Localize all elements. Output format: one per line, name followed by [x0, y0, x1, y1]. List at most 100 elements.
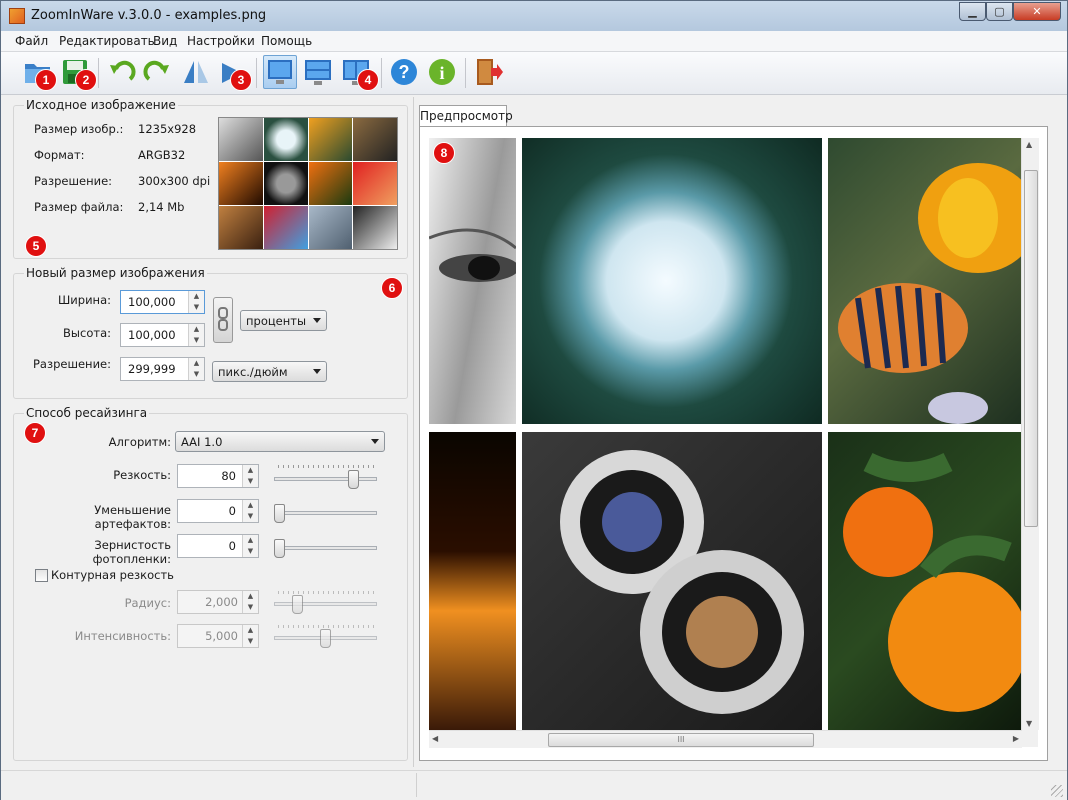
thumb-frost [308, 206, 353, 249]
contour-sharpness-label: Контурная резкость [51, 568, 174, 582]
thumb-oranges [308, 162, 353, 205]
thumb-camera [263, 162, 308, 205]
exit-icon[interactable] [471, 55, 505, 89]
new-size-title: Новый размер изображения [24, 266, 207, 280]
resolution-input[interactable]: 299,999 ▲ ▼ [120, 357, 205, 381]
callout-badge-6: 6 [381, 277, 403, 299]
svg-text:?: ? [399, 62, 410, 82]
menu-settings[interactable]: Настройки [187, 34, 255, 48]
horizontal-scrollbar-thumb[interactable]: III [548, 733, 814, 747]
vertical-scrollbar[interactable]: ▲ ▼ [1021, 138, 1039, 730]
sharpness-slider-track[interactable] [274, 477, 377, 481]
artifacts-label: Уменьшение артефактов: [94, 503, 171, 531]
help-icon[interactable]: ? [387, 55, 421, 89]
callout-badge-2: 2 [75, 69, 97, 91]
grain-input[interactable]: 0 ▲ ▼ [177, 534, 259, 558]
height-input[interactable]: 100,000 ▲ ▼ [120, 323, 205, 347]
horizontal-scrollbar[interactable]: ◀ III ▶ [429, 730, 1022, 748]
sharpness-stepper[interactable]: ▲ ▼ [242, 465, 258, 487]
app-window: ZoomInWare v.3.0.0 - examples.png ▁ ▢ ✕ … [0, 0, 1068, 800]
radius-stepper[interactable]: ▲ ▼ [242, 591, 258, 613]
chain-link-icon[interactable] [213, 297, 233, 343]
artifacts-slider-thumb[interactable] [274, 504, 285, 523]
source-image-title: Исходное изображение [24, 98, 178, 112]
callout-badge-7: 7 [24, 422, 46, 444]
intensity-label: Интенсивность: [74, 629, 171, 643]
intensity-stepper[interactable]: ▲ ▼ [242, 625, 258, 647]
width-stepper[interactable]: ▲ ▼ [188, 291, 204, 313]
file-size-value: 2,14 Mb [138, 200, 185, 214]
preview-photo-oranges [828, 432, 1022, 730]
preview-photo-dandelion [522, 138, 822, 424]
preview-photo-fish [828, 138, 1022, 424]
thumb-eye [219, 118, 263, 161]
thumb-dog [353, 206, 397, 249]
preview-photo-camera [522, 432, 822, 730]
thumb-guitar [219, 206, 263, 249]
thumb-dandelion [263, 118, 308, 161]
app-icon [9, 8, 25, 24]
panel-divider[interactable] [413, 97, 414, 767]
algorithm-select[interactable]: AAI 1.0 [175, 431, 385, 452]
grain-slider-thumb[interactable] [274, 539, 285, 558]
grain-label: Зернистость фотопленки: [92, 538, 171, 566]
chevron-down-icon [313, 369, 321, 374]
resize-method-title: Способ ресайзинга [24, 406, 150, 420]
sharpness-label: Резкость: [113, 468, 171, 482]
radius-input[interactable]: 2,000 ▲ ▼ [177, 590, 259, 614]
contour-sharpness-checkbox[interactable] [35, 569, 48, 582]
view-horizontal-split-icon[interactable] [301, 55, 335, 89]
thumb-gears [353, 118, 397, 161]
preview-photo-fire [429, 432, 516, 730]
grain-stepper[interactable]: ▲ ▼ [242, 535, 258, 557]
callout-badge-4: 4 [357, 69, 379, 91]
intensity-slider-thumb[interactable] [320, 629, 331, 648]
thumb-fire [219, 162, 263, 205]
artifacts-stepper[interactable]: ▲ ▼ [242, 500, 258, 522]
grain-slider-track[interactable] [274, 546, 377, 550]
minimize-button[interactable]: ▁ [959, 2, 986, 21]
thumb-butterfly [353, 162, 397, 205]
undo-icon[interactable] [104, 55, 138, 89]
image-size-value: 1235x928 [138, 122, 197, 136]
resolution-label: Разрешение: [34, 174, 113, 188]
info-icon[interactable]: i [425, 55, 459, 89]
view-single-icon[interactable] [263, 55, 297, 89]
flip-icon[interactable] [179, 55, 213, 89]
vertical-scrollbar-thumb[interactable] [1024, 170, 1038, 527]
radius-slider-track[interactable] [274, 602, 377, 606]
menu-view[interactable]: Вид [153, 34, 177, 48]
sharpness-slider-thumb[interactable] [347, 470, 359, 489]
size-units-select[interactable]: проценты [240, 310, 327, 331]
close-button[interactable]: ✕ [1013, 2, 1061, 21]
resolution-stepper[interactable]: ▲ ▼ [188, 358, 204, 380]
intensity-input[interactable]: 5,000 ▲ ▼ [177, 624, 259, 648]
radius-slider-thumb[interactable] [292, 595, 304, 614]
width-label: Ширина: [58, 293, 111, 307]
resize-grip-icon[interactable] [1051, 785, 1063, 797]
chevron-down-icon [371, 439, 379, 444]
redo-icon[interactable] [141, 55, 175, 89]
width-input[interactable]: 100,000 ▲ ▼ [120, 290, 205, 314]
resolution-units-select[interactable]: пикс./дюйм [212, 361, 327, 382]
file-size-label: Размер файла: [34, 200, 124, 214]
artifacts-slider-track[interactable] [274, 511, 377, 515]
source-thumbnail [218, 117, 398, 250]
menu-edit[interactable]: Редактировать [59, 34, 155, 48]
artifacts-input[interactable]: 0 ▲ ▼ [177, 499, 259, 523]
maximize-button[interactable]: ▢ [986, 2, 1013, 21]
window-title: ZoomInWare v.3.0.0 - examples.png [31, 8, 267, 23]
menu-help[interactable]: Помощь [261, 34, 312, 48]
menu-file[interactable]: Файл [15, 34, 48, 48]
thumb-berries [263, 206, 308, 249]
chevron-down-icon [313, 318, 321, 323]
new-resolution-label: Разрешение: [32, 357, 111, 371]
tab-preview[interactable]: Предпросмотр [419, 105, 513, 127]
callout-badge-5: 5 [25, 235, 47, 257]
sharpness-input[interactable]: 80 ▲ ▼ [177, 464, 259, 488]
radius-label: Радиус: [124, 596, 171, 610]
svg-text:i: i [439, 63, 444, 83]
height-stepper[interactable]: ▲ ▼ [188, 324, 204, 346]
image-size-label: Размер изобр.: [34, 122, 124, 136]
callout-badge-3: 3 [230, 69, 252, 91]
